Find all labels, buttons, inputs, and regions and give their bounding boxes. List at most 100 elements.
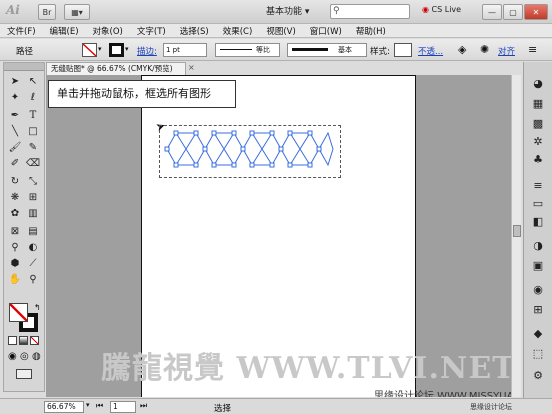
fill-color-box[interactable] xyxy=(9,303,28,322)
menu-effect[interactable]: 效果(C) xyxy=(216,25,260,37)
document-tab[interactable]: 无缝贴图* @ 66.67% (CMYK/预览) xyxy=(46,62,186,75)
gradient-icon[interactable]: ▤ xyxy=(25,225,41,239)
column-graph-icon[interactable]: ▥ xyxy=(25,207,41,221)
screen-mode-icon[interactable] xyxy=(16,369,32,379)
menu-window[interactable]: 窗口(W) xyxy=(303,25,349,37)
direct-selection-icon[interactable]: ↖ xyxy=(25,75,41,89)
gradient-mode-icon[interactable] xyxy=(19,336,28,345)
blend-icon[interactable]: ◐ xyxy=(25,241,41,255)
seamless-pattern-paths[interactable] xyxy=(164,129,336,169)
swatches-icon[interactable]: ▩ xyxy=(529,116,547,132)
swap-fill-stroke-icon[interactable]: ↰ xyxy=(34,303,41,312)
menu-select[interactable]: 选择(S) xyxy=(173,25,216,37)
stroke-link[interactable]: 描边: xyxy=(137,45,157,57)
vertical-scroll-thumb[interactable] xyxy=(513,225,521,237)
opacity-link[interactable]: 不透... xyxy=(418,45,443,57)
close-icon: ✕ xyxy=(532,7,540,17)
color-guide-icon[interactable]: ▦ xyxy=(529,96,547,112)
cs-live-button[interactable]: ◉ CS Live xyxy=(422,5,461,14)
zoom-icon[interactable]: ⚲ xyxy=(25,273,41,287)
rotate-icon[interactable]: ↻ xyxy=(7,175,23,189)
current-tool-status[interactable]: 选择 xyxy=(214,402,231,414)
draw-inside-icon[interactable]: ◍ xyxy=(32,351,41,362)
stroke-dropdown-icon[interactable]: ▾ xyxy=(125,45,129,53)
close-window-button[interactable]: ✕ xyxy=(524,4,548,20)
transform-panel-icon[interactable]: ⚙ xyxy=(529,368,547,384)
vertical-scrollbar[interactable] xyxy=(511,75,521,397)
isolate-group-icon[interactable]: ✺ xyxy=(480,43,489,56)
menu-file[interactable]: 文件(F) xyxy=(0,25,43,37)
color-mode-icon[interactable] xyxy=(8,336,17,345)
first-artboard-icon[interactable]: ⏮ xyxy=(96,401,103,411)
pencil-icon[interactable]: ✎ xyxy=(25,141,41,155)
zoom-value: 66.67% xyxy=(47,402,76,411)
brushes-icon[interactable]: ✲ xyxy=(529,134,547,150)
magic-wand-icon[interactable]: ✦ xyxy=(7,91,23,105)
draw-normal-icon[interactable]: ◉ xyxy=(8,351,17,362)
mesh-icon[interactable]: ⊠ xyxy=(7,225,23,239)
stroke-weight-value: 1 pt xyxy=(166,46,180,54)
zoom-dropdown-icon[interactable]: ▾ xyxy=(86,401,90,409)
blob-brush-icon[interactable]: ✐ xyxy=(7,157,23,171)
align-link[interactable]: 对齐 xyxy=(498,45,515,57)
control-menu-icon[interactable]: ≡ xyxy=(528,43,537,56)
graphic-styles-icon[interactable]: ▣ xyxy=(529,258,547,274)
recolor-artwork-icon[interactable]: ◈ xyxy=(458,43,466,56)
menu-bar: 文件(F) 编辑(E) 对象(O) 文字(T) 选择(S) 效果(C) 视图(V… xyxy=(0,24,552,38)
align-panel-icon[interactable]: ◆ xyxy=(529,326,547,342)
hand-icon[interactable]: ✋ xyxy=(7,273,23,287)
arrange-documents-button[interactable]: ▦▾ xyxy=(64,4,90,20)
live-paint-icon[interactable]: ⬢ xyxy=(7,257,23,271)
scale-icon[interactable]: ⤡ xyxy=(25,175,41,189)
menu-edit[interactable]: 编辑(E) xyxy=(43,25,86,37)
stroke-icon[interactable]: ≡ xyxy=(529,178,547,194)
maximize-button[interactable]: ▢ xyxy=(503,4,523,20)
stroke-swatch[interactable] xyxy=(109,43,124,57)
minimize-button[interactable]: — xyxy=(482,4,502,20)
free-transform-icon[interactable]: ⊞ xyxy=(25,191,41,205)
eyedropper-icon[interactable]: ⚲ xyxy=(7,241,23,255)
anchor-point xyxy=(307,162,313,168)
eraser-icon[interactable]: ⌫ xyxy=(25,157,41,171)
menu-object[interactable]: 对象(O) xyxy=(86,25,130,37)
tools-panel-grip[interactable] xyxy=(4,63,44,71)
fill-dropdown-icon[interactable]: ▾ xyxy=(98,45,102,53)
pen-icon[interactable]: ✒ xyxy=(7,109,23,123)
none-mode-icon[interactable] xyxy=(30,336,39,345)
pathfinder-icon[interactable]: ⬚ xyxy=(529,346,547,362)
selection-icon[interactable]: ➤ xyxy=(7,75,23,89)
type-icon[interactable]: T xyxy=(25,109,41,123)
slice-icon[interactable]: ⟋ xyxy=(25,257,41,271)
artboards-icon[interactable]: ⊞ xyxy=(529,302,547,318)
menu-view[interactable]: 视图(V) xyxy=(259,25,302,37)
line-icon[interactable]: ╲ xyxy=(7,125,23,139)
graphic-style-swatch[interactable] xyxy=(394,43,412,57)
symbols-icon[interactable]: ♣ xyxy=(529,152,547,168)
lasso-icon[interactable]: ℓ xyxy=(25,91,41,105)
appearance-icon[interactable]: ◑ xyxy=(529,238,547,254)
brush-definition-dropdown[interactable]: 基本 xyxy=(287,43,367,57)
draw-behind-icon[interactable]: ◎ xyxy=(20,351,29,362)
bridge-button[interactable]: Br xyxy=(38,4,56,20)
color-icon[interactable]: ◕ xyxy=(529,76,547,92)
last-artboard-icon[interactable]: ⏭ xyxy=(140,401,147,411)
artboard-number-field[interactable]: 1 xyxy=(110,401,136,413)
gradient-panel-icon[interactable]: ▭ xyxy=(529,196,547,212)
menu-help[interactable]: 帮助(H) xyxy=(349,25,393,37)
minimize-icon: — xyxy=(488,7,496,17)
workspace-switcher[interactable]: 基本功能 ▾ xyxy=(266,4,309,17)
document-close-button[interactable]: × xyxy=(188,63,195,72)
symbol-sprayer-icon[interactable]: ✿ xyxy=(7,207,23,221)
layers-icon[interactable]: ◉ xyxy=(529,282,547,298)
variable-width-profile-dropdown[interactable]: 等比 xyxy=(215,43,280,57)
transparency-icon[interactable]: ◧ xyxy=(529,214,547,230)
warp-icon[interactable]: ❋ xyxy=(7,191,23,205)
canvas-area[interactable]: 单击并拖动鼠标，框选所有图形 ➤ 騰龍視覺 WWW.TLVI.NET 思缘设计论… xyxy=(46,75,516,397)
paintbrush-icon[interactable]: 🖌 xyxy=(7,141,23,155)
zoom-field[interactable]: 66.67% xyxy=(44,401,84,413)
rectangle-icon[interactable]: □ xyxy=(25,125,41,139)
fill-swatch[interactable] xyxy=(82,43,97,57)
stroke-weight-field[interactable]: 1 pt xyxy=(163,43,207,57)
search-input[interactable]: ⚲ xyxy=(330,4,410,19)
menu-type[interactable]: 文字(T) xyxy=(130,25,173,37)
